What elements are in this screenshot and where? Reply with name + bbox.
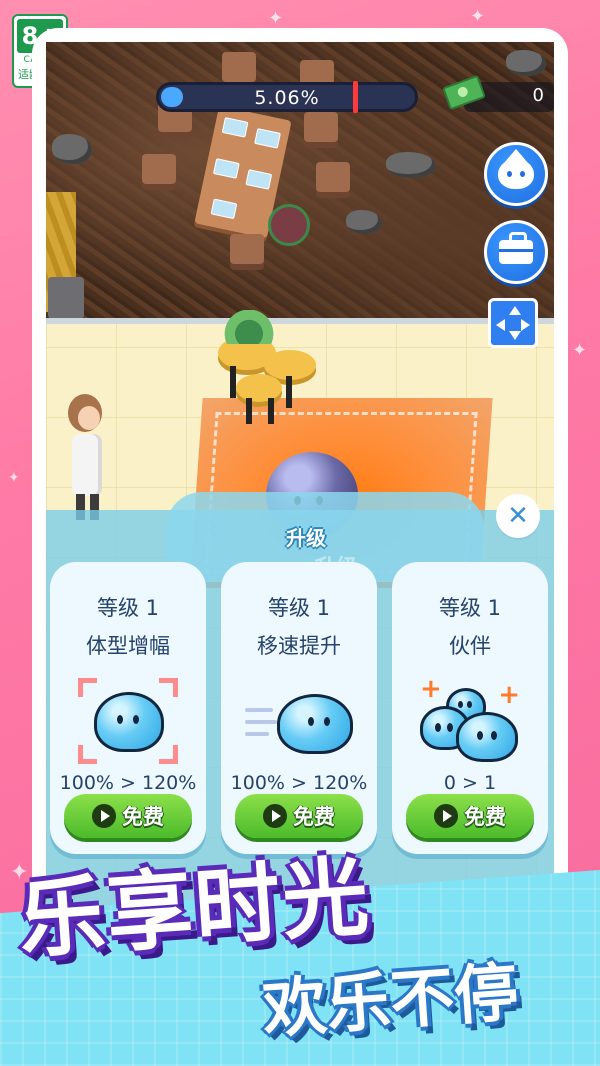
plate — [254, 128, 281, 149]
play-video-icon — [434, 804, 458, 828]
stool-leg — [246, 398, 252, 424]
crown-slime-icon — [498, 149, 534, 189]
upgrade-stat: 100% > 120% — [59, 772, 197, 794]
upgrade-name: 移速提升 — [257, 634, 341, 658]
level-progress-bar: 5.06% — [156, 81, 418, 113]
stool-leg — [268, 398, 274, 424]
chair — [222, 52, 256, 82]
sparkle-decoration: ✦ — [470, 6, 486, 27]
upgrade-name: 体型增幅 — [86, 634, 170, 658]
slime-speed-icon — [245, 678, 353, 764]
upgrade-card-speed: 等级 1 移速提升 100% > 120% 免费 — [221, 562, 377, 854]
sparkle-decoration: ✦ — [268, 8, 284, 29]
chair — [230, 234, 264, 264]
chair — [316, 162, 350, 192]
rock — [52, 134, 92, 164]
toolbox-icon — [499, 232, 533, 264]
upgrade-name: 伙伴 — [449, 634, 491, 658]
game-screen-frame: 5.06% 0 升级 升级 ✕ — [32, 28, 568, 908]
lollipop-item — [268, 204, 310, 246]
stool — [236, 374, 282, 402]
money-counter: 0 — [442, 74, 554, 112]
progress-text: 5.06% — [254, 87, 320, 109]
play-video-icon — [92, 804, 116, 828]
upgrade-card-partner: 等级 1 伙伴 + + 0 > 1 免费 — [392, 562, 548, 854]
upgrade-card-size: 等级 1 体型增幅 100% > 120% 免费 — [50, 562, 206, 854]
npc-character — [64, 394, 108, 524]
rock — [346, 210, 382, 234]
move-arrows-button[interactable] — [488, 298, 538, 348]
upgrade-stat: 100% > 120% — [230, 772, 368, 794]
free-label: 免费 — [464, 805, 506, 829]
free-upgrade-button[interactable]: 免费 — [406, 794, 534, 838]
free-label: 免费 — [293, 805, 335, 829]
plate — [245, 169, 273, 190]
free-upgrade-button[interactable]: 免费 — [64, 794, 192, 838]
slogan-sub: 欢乐不停 — [260, 956, 521, 1048]
upgrade-level: 等级 1 — [96, 596, 160, 620]
plate — [221, 117, 249, 138]
table-plant — [224, 310, 274, 344]
upgrade-level: 等级 1 — [438, 596, 502, 620]
close-button[interactable]: ✕ — [496, 494, 540, 538]
money-value: 0 — [532, 85, 544, 106]
sparkle-decoration: ✦ — [8, 470, 20, 486]
plant-pot — [48, 277, 84, 319]
slime-grow-icon — [78, 678, 178, 764]
game-viewport: 5.06% 0 升级 升级 ✕ — [46, 42, 554, 908]
upgrade-level: 等级 1 — [267, 596, 331, 620]
upgrade-panel-title: 升级 — [286, 526, 326, 550]
close-icon: ✕ — [507, 501, 529, 531]
play-video-icon — [263, 804, 287, 828]
stool-leg — [230, 366, 236, 398]
chair — [304, 112, 338, 142]
toolbox-button[interactable] — [484, 220, 548, 284]
rock — [386, 152, 436, 178]
slogan-main: 乐享时光 — [15, 846, 374, 972]
plate — [210, 198, 238, 220]
rock — [506, 50, 546, 76]
upgrade-stat: 0 > 1 — [443, 772, 497, 794]
sparkle-decoration: ✦ — [572, 340, 588, 361]
free-label: 免费 — [122, 805, 164, 829]
crown-slime-button[interactable] — [484, 142, 548, 206]
stool-leg — [286, 376, 292, 408]
chair — [142, 154, 176, 184]
slime-partner-icon: + + — [420, 676, 520, 764]
plate — [212, 158, 240, 179]
